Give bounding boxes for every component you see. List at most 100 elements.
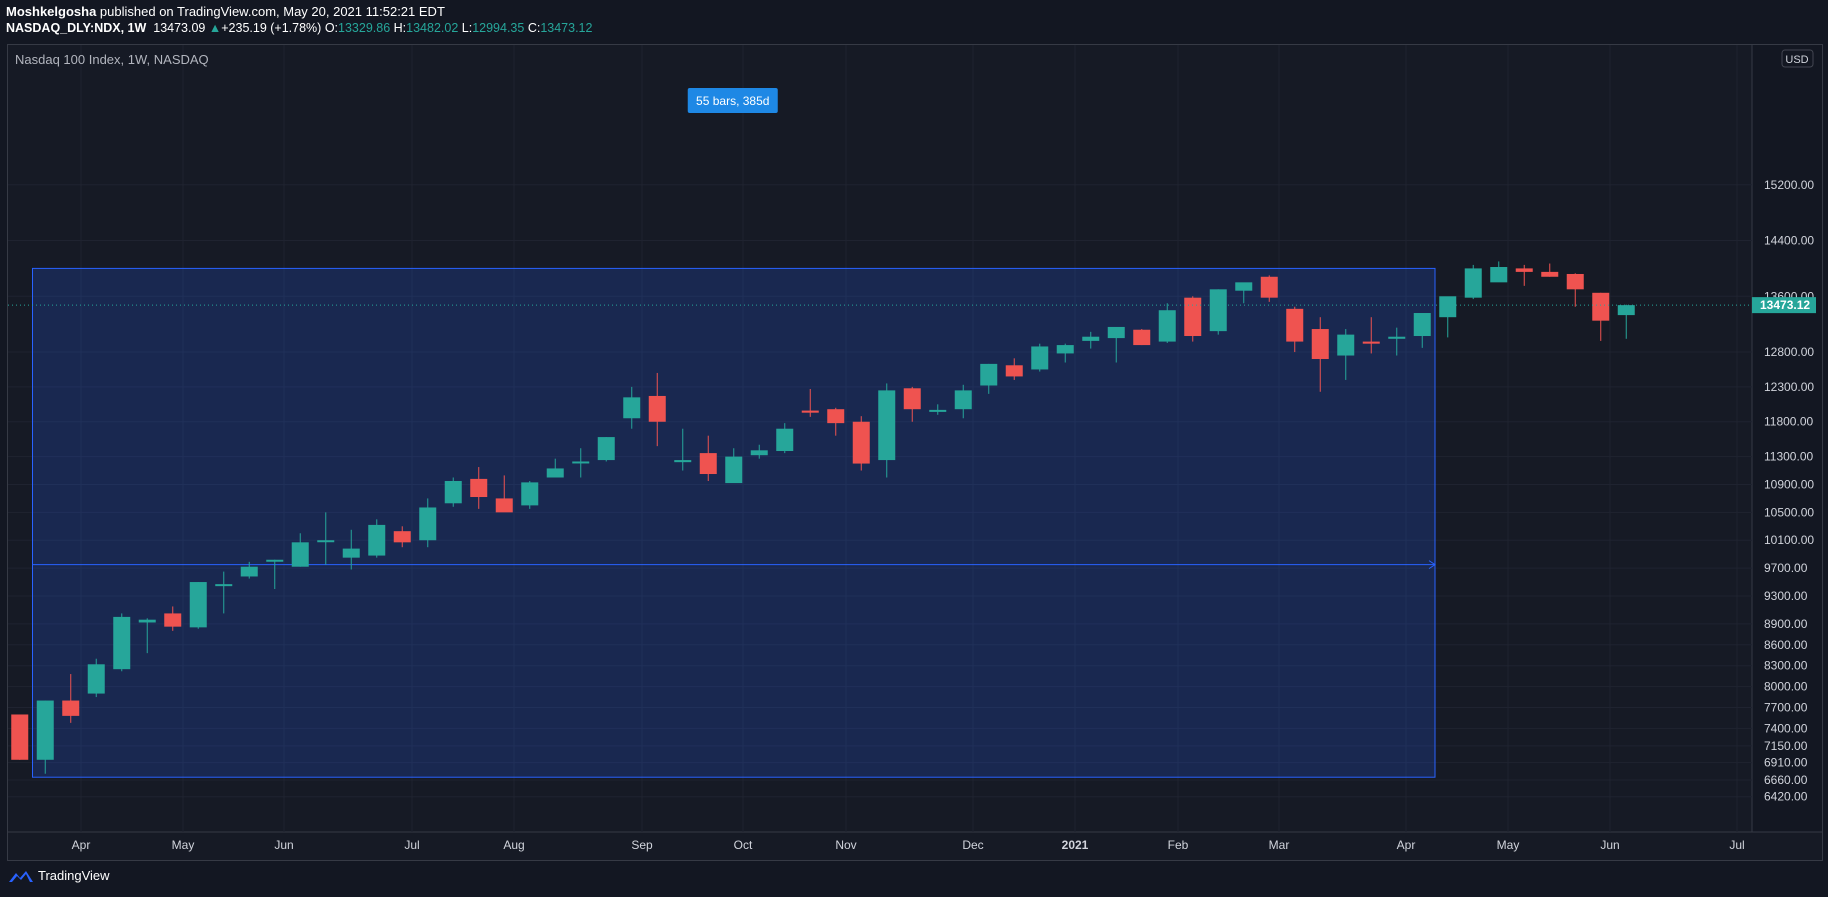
y-tick-label: 11800.00	[1764, 415, 1813, 429]
candle-body	[393, 531, 411, 543]
candle-body	[1413, 313, 1431, 337]
candlestick-chart[interactable]: 6420.00 6660.00 6910.00 7150.00 7400.00 7700.…	[0, 0, 1828, 897]
y-tick-label: 10100.00	[1764, 533, 1814, 547]
y-tick-label: 8600.00	[1764, 638, 1808, 652]
candle-body	[317, 540, 335, 543]
candle-body	[1566, 273, 1584, 290]
candle-body	[903, 388, 921, 410]
candle-body	[1209, 289, 1227, 332]
x-tick-label: Nov	[835, 838, 856, 852]
candle-body	[164, 613, 182, 627]
candle-body	[1235, 282, 1253, 291]
y-tick-label: 7400.00	[1764, 721, 1808, 735]
candle-body	[597, 437, 615, 461]
candle-body	[291, 542, 309, 567]
y-tick-label: 8300.00	[1764, 659, 1808, 673]
tradingview-footer[interactable]: TradingView	[8, 868, 110, 883]
y-tick-label: 6910.00	[1764, 756, 1808, 770]
x-tick-label: Apr	[72, 838, 91, 852]
candle-body	[929, 409, 947, 412]
candle-body	[495, 498, 513, 513]
candle-body	[113, 616, 131, 670]
candle-body	[1388, 336, 1406, 339]
x-tick-label: 2021	[1062, 838, 1089, 852]
candle-body	[266, 559, 284, 562]
y-tick-label: 15200.00	[1764, 178, 1814, 192]
candle-body	[699, 453, 717, 475]
x-tick-label: Jun	[274, 838, 293, 852]
x-tick-label: Jun	[1600, 838, 1619, 852]
candle-body	[776, 428, 794, 452]
y-tick-label: 6660.00	[1764, 773, 1808, 787]
y-tick-label: 7700.00	[1764, 701, 1808, 715]
candle-body	[1617, 305, 1635, 316]
candle-body	[470, 478, 488, 498]
candle-body	[954, 390, 972, 410]
x-tick-label: Jul	[404, 838, 419, 852]
candle-body	[419, 507, 437, 541]
candle-body	[1107, 326, 1125, 339]
candle-body	[521, 482, 539, 506]
candle-body	[1286, 308, 1304, 342]
candle-body	[138, 619, 156, 623]
x-tick-label: Oct	[734, 838, 753, 852]
tradingview-brand: TradingView	[38, 868, 110, 883]
candle-body	[674, 460, 692, 463]
candle-body	[1031, 346, 1049, 370]
y-tick-label: 8900.00	[1764, 617, 1808, 631]
x-tick-label: Sep	[631, 838, 653, 852]
candle-body	[827, 409, 845, 424]
x-tick-label: Dec	[962, 838, 983, 852]
y-tick-label: 10500.00	[1764, 505, 1814, 519]
last-price-label: 13473.12	[1760, 298, 1810, 312]
x-tick-label: Jul	[1729, 838, 1744, 852]
candle-body	[852, 421, 870, 464]
candle-body	[546, 468, 564, 478]
candle-body	[1133, 329, 1151, 346]
candle-body	[1082, 336, 1100, 341]
candle-body	[87, 664, 105, 694]
candle-body	[1362, 341, 1380, 344]
candle-body	[1260, 276, 1278, 298]
y-tick-label: 12300.00	[1764, 380, 1814, 394]
candle-body	[62, 700, 80, 716]
y-tick-label: 8000.00	[1764, 680, 1808, 694]
candle-body	[1184, 297, 1202, 337]
candle-body	[648, 395, 666, 422]
y-tick-label: 9700.00	[1764, 561, 1808, 575]
x-tick-label: May	[172, 838, 195, 852]
candle-body	[623, 397, 641, 419]
currency-label: USD	[1785, 54, 1808, 66]
measure-badge-label: 55 bars, 385d	[696, 94, 769, 108]
tradingview-logo-icon	[9, 870, 33, 882]
x-tick-label: Apr	[1397, 838, 1416, 852]
candle-body	[1439, 296, 1457, 318]
x-tick-label: Mar	[1269, 838, 1290, 852]
y-tick-label: 14400.00	[1764, 234, 1814, 248]
chart-title: Nasdaq 100 Index, 1W, NASDAQ	[15, 52, 209, 67]
candle-body	[240, 566, 258, 577]
candle-body	[725, 456, 743, 484]
candle-body	[11, 714, 29, 760]
candle-body	[1515, 268, 1533, 272]
candle-body	[189, 582, 207, 628]
y-tick-label: 12800.00	[1764, 345, 1814, 359]
candle-body	[1464, 268, 1482, 298]
x-tick-label: Feb	[1168, 838, 1189, 852]
y-tick-label: 7150.00	[1764, 739, 1808, 753]
candle-body	[368, 524, 386, 556]
candle-body	[878, 390, 896, 461]
y-tick-label: 6420.00	[1764, 790, 1808, 804]
x-tick-label: Aug	[503, 838, 524, 852]
candle-body	[1158, 310, 1176, 342]
y-tick-label: 11300.00	[1764, 450, 1813, 464]
candle-body	[1005, 365, 1023, 377]
candle-body	[1541, 271, 1559, 277]
candle-body	[1311, 329, 1329, 360]
candle-body	[1592, 292, 1610, 321]
candle-body	[444, 480, 462, 504]
candle-body	[980, 363, 998, 386]
measure-range-box	[32, 267, 1436, 778]
candle-body	[215, 584, 233, 587]
candle-body	[572, 461, 590, 464]
